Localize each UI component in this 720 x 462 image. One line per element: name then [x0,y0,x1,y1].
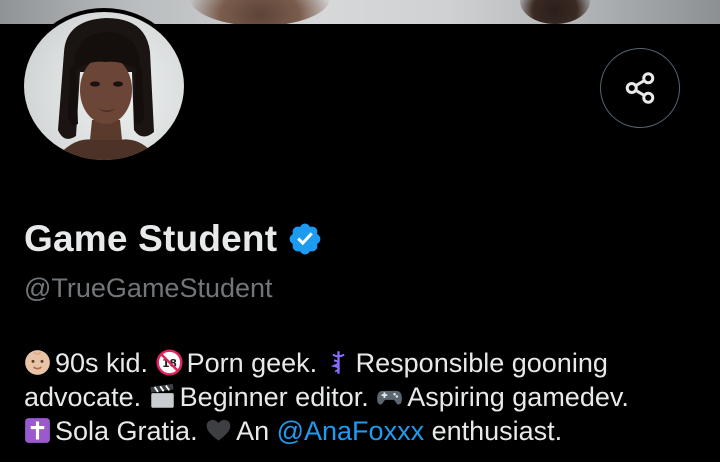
profile-bio: 90s kid. 18 Porn geek. Responsible gooni… [24,346,704,448]
bio-text: 90s kid. [55,348,156,378]
banner-figure-right [520,0,590,24]
banner-figure-left [190,0,330,24]
display-name: Game Student [24,218,278,259]
game-controller-icon [377,390,403,405]
mention-link[interactable]: @AnaFoxxx [277,416,424,446]
bio-line-1: 90s kid. 18 Porn geek. Responsible gooni… [24,346,704,380]
share-icon [625,72,655,104]
bio-text: enthusiast. [424,416,563,446]
share-button[interactable] [600,48,680,128]
bio-text: Beginner editor. [179,382,377,412]
bio-text: Aspiring gamedev. [407,382,629,412]
bio-text: Responsible gooning [355,348,608,378]
bio-text: Sola Gratia. [55,416,206,446]
latin-cross-icon [25,418,50,443]
avatar[interactable] [20,8,188,164]
caduceus-icon [330,351,345,374]
bio-text: An [236,416,277,446]
baby-face-icon [25,350,50,375]
display-name-row: Game Student [24,218,323,260]
avatar-portrait [54,18,158,160]
profile-handle: @TrueGameStudent [24,273,273,303]
bio-line-3: Sola Gratia. An @AnaFoxxx enthusiast. [24,414,704,448]
bio-text: Porn geek. [186,348,325,378]
black-heart-icon [206,419,231,441]
no-under-18-icon: 18 [156,349,183,376]
bio-text: advocate. [24,382,149,412]
bio-line-2: advocate. Beginner editor. Aspiring game… [24,380,704,414]
clapper-board-icon [150,383,174,408]
verified-badge-icon[interactable] [287,221,323,257]
avatar-photo [24,12,184,160]
